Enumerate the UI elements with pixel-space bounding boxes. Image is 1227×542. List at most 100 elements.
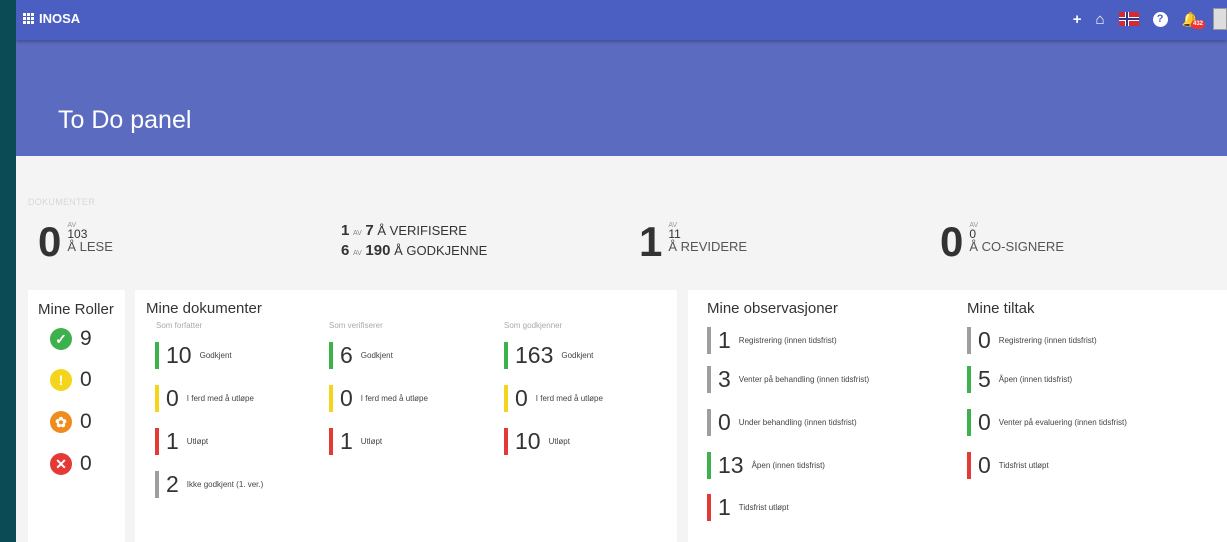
- stat-revidere[interactable]: 1 AV 11 Å REVIDERE: [639, 221, 747, 263]
- doc-author-expired[interactable]: 1 Utløpt: [155, 427, 208, 455]
- item-label: Tidsfrist utløpt: [738, 502, 789, 512]
- bell-icon[interactable]: 🔔 432: [1182, 11, 1205, 29]
- item-value: 0: [978, 451, 991, 478]
- error-circle-icon: ✕: [50, 453, 72, 475]
- item-value: 1: [718, 493, 731, 520]
- role-rejected[interactable]: ✕ 0: [50, 452, 92, 476]
- item-value: 5: [978, 365, 991, 392]
- status-bar: [155, 384, 159, 412]
- item-label: Utløpt: [186, 436, 209, 446]
- obs-venter[interactable]: 3 Venter på behandling (innen tidsfrist): [707, 365, 869, 393]
- item-value: 0: [166, 384, 179, 411]
- add-icon[interactable]: +: [1073, 11, 1082, 28]
- pending-circle-icon: ✿: [50, 411, 72, 433]
- status-bar: [707, 326, 711, 354]
- stat-godkjenne[interactable]: 6 AV 190 Å GODKJENNE: [341, 242, 487, 262]
- role-value: 0: [80, 452, 92, 475]
- stat-cosignere[interactable]: 0 AV 0 Å CO-SIGNERE: [940, 221, 1064, 263]
- item-value: 1: [718, 326, 731, 353]
- item-label: Utløpt: [548, 436, 570, 446]
- item-label: I ferd med å utløpe: [535, 393, 603, 403]
- status-bar: [329, 384, 333, 412]
- doc-verifier-expiring[interactable]: 0 I ferd med å utløpe: [329, 384, 428, 412]
- item-value: 10: [515, 427, 541, 454]
- obs-registrering[interactable]: 1 Registrering (innen tidsfrist): [707, 326, 837, 354]
- role-value: 9: [80, 327, 92, 350]
- role-approved[interactable]: ✓ 9: [50, 327, 92, 351]
- stat-godkjenne-count: 6: [341, 242, 350, 259]
- item-label: Venter på evaluering (innen tidsfrist): [998, 417, 1127, 427]
- stat-cosignere-label: Å CO-SIGNERE: [969, 239, 1064, 254]
- observations-tasks-card: Mine observasjoner Mine tiltak 1 Registre…: [688, 290, 1227, 542]
- item-value: 13: [718, 451, 744, 478]
- stat-verifisere-av: AV: [352, 230, 362, 237]
- doc-approver-expiring[interactable]: 0 I ferd med å utløpe: [504, 384, 603, 412]
- observations-title: Mine observasjoner: [707, 300, 838, 317]
- doc-author-approved[interactable]: 10 Godkjent: [155, 341, 232, 369]
- stat-verifisere[interactable]: 1 AV 7 Å VERIFISERE: [341, 222, 487, 242]
- item-label: I ferd med å utløpe: [186, 393, 254, 403]
- user-avatar[interactable]: [1213, 8, 1227, 30]
- item-value: 2: [166, 470, 179, 497]
- status-bar: [504, 384, 508, 412]
- item-label: I ferd med å utløpe: [360, 393, 428, 403]
- doc-verifier-approved[interactable]: 6 Godkjent: [329, 341, 393, 369]
- status-bar: [155, 427, 159, 455]
- check-circle-icon: ✓: [50, 328, 72, 350]
- section-label-dokumenter: DOKUMENTER: [28, 197, 96, 207]
- roles-card: Mine Roller ✓ 9 ! 0 ✿ 0 ✕ 0: [28, 290, 125, 542]
- stat-godkjenne-total: 190: [365, 242, 391, 259]
- item-label: Utløpt: [360, 436, 383, 446]
- item-label: Registrering (innen tidsfrist): [738, 335, 837, 345]
- role-warning[interactable]: ! 0: [50, 368, 92, 392]
- item-value: 0: [718, 408, 731, 435]
- role-value: 0: [80, 368, 92, 391]
- obs-tidsfrist-utlopt[interactable]: 1 Tidsfrist utløpt: [707, 493, 789, 521]
- task-apen[interactable]: 5 Åpen (innen tidsfrist): [967, 365, 1072, 393]
- stat-godkjenne-label: Å GODKJENNE: [394, 243, 488, 258]
- item-label: Tidsfrist utløpt: [998, 460, 1049, 470]
- obs-under-behandling[interactable]: 0 Under behandling (innen tidsfrist): [707, 408, 857, 436]
- task-tidsfrist-utlopt[interactable]: 0 Tidsfrist utløpt: [967, 451, 1049, 479]
- apps-grid-icon[interactable]: [23, 13, 34, 24]
- column-heading-verifier: Som verifiserer: [329, 321, 383, 330]
- brand-name: INOSA: [39, 11, 81, 26]
- status-bar: [504, 427, 508, 455]
- roles-title: Mine Roller: [38, 301, 114, 318]
- doc-author-expiring[interactable]: 0 I ferd med å utløpe: [155, 384, 254, 412]
- task-venter-evaluering[interactable]: 0 Venter på evaluering (innen tidsfrist): [967, 408, 1127, 436]
- status-bar: [329, 427, 333, 455]
- item-value: 0: [978, 408, 991, 435]
- item-label: Godkjent: [360, 350, 393, 360]
- documents-title: Mine dokumenter: [146, 300, 262, 317]
- stat-cosignere-av: AV: [969, 222, 979, 229]
- status-bar: [707, 408, 711, 436]
- doc-approver-expired[interactable]: 10 Utløpt: [504, 427, 570, 455]
- doc-author-not-approved[interactable]: 2 Ikke godkjent (1. ver.): [155, 470, 263, 498]
- status-bar: [967, 365, 971, 393]
- item-value: 3: [718, 365, 731, 392]
- stat-lese[interactable]: 0 AV 103 Å LESE: [38, 221, 113, 263]
- doc-verifier-expired[interactable]: 1 Utløpt: [329, 427, 382, 455]
- item-label: Åpen (innen tidsfrist): [998, 374, 1073, 384]
- stat-lese-label: Å LESE: [67, 239, 113, 254]
- status-bar: [707, 493, 711, 521]
- stat-verify-approve[interactable]: 1 AV 7 Å VERIFISERE 6 AV 190 Å GODKJENNE: [341, 222, 487, 262]
- app-brand[interactable]: INOSA: [23, 11, 80, 26]
- obs-apen[interactable]: 13 Åpen (innen tidsfrist): [707, 451, 825, 479]
- role-pending[interactable]: ✿ 0: [50, 410, 92, 434]
- doc-approver-approved[interactable]: 163 Godkjent: [504, 341, 593, 369]
- item-value: 0: [515, 384, 528, 411]
- status-bar: [329, 341, 333, 369]
- top-bar: INOSA + ⌂ ? 🔔 432: [16, 0, 1227, 40]
- help-icon[interactable]: ?: [1152, 11, 1168, 27]
- stat-godkjenne-av: AV: [352, 250, 362, 257]
- norway-flag-icon[interactable]: [1118, 12, 1139, 26]
- status-bar: [967, 326, 971, 354]
- status-bar: [504, 341, 508, 369]
- task-registrering[interactable]: 0 Registrering (innen tidsfrist): [967, 326, 1097, 354]
- item-value: 1: [166, 427, 179, 454]
- home-icon[interactable]: ⌂: [1096, 11, 1105, 28]
- stat-verifisere-total: 7: [365, 222, 374, 239]
- item-label: Registrering (innen tidsfrist): [998, 335, 1097, 345]
